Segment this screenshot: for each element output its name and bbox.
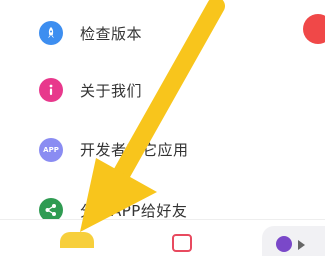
settings-menu: 检查版本 关于我们 APP 开发者其它应用 分享APP给好友 [0, 0, 325, 247]
menu-item-about-us[interactable]: 关于我们 [0, 60, 300, 116]
play-icon [298, 240, 305, 250]
bottom-tab-bar [0, 219, 325, 256]
notification-badge-icon [303, 14, 325, 44]
home-tab-icon[interactable] [60, 232, 94, 248]
menu-item-label: 关于我们 [80, 82, 143, 100]
menu-item-label: 检查版本 [80, 25, 143, 43]
menu-item-label: 分享APP给好友 [80, 202, 188, 220]
menu-item-check-version[interactable]: 检查版本 [0, 4, 300, 60]
profile-tab-icon [276, 236, 292, 252]
app-icon: APP [39, 138, 63, 162]
info-icon [39, 78, 63, 102]
notes-tab-icon[interactable] [172, 234, 192, 252]
menu-item-developer-apps[interactable]: APP 开发者其它应用 [0, 120, 300, 176]
menu-item-label: 开发者其它应用 [80, 141, 189, 159]
rocket-icon [39, 21, 63, 45]
profile-tab[interactable] [262, 226, 325, 256]
